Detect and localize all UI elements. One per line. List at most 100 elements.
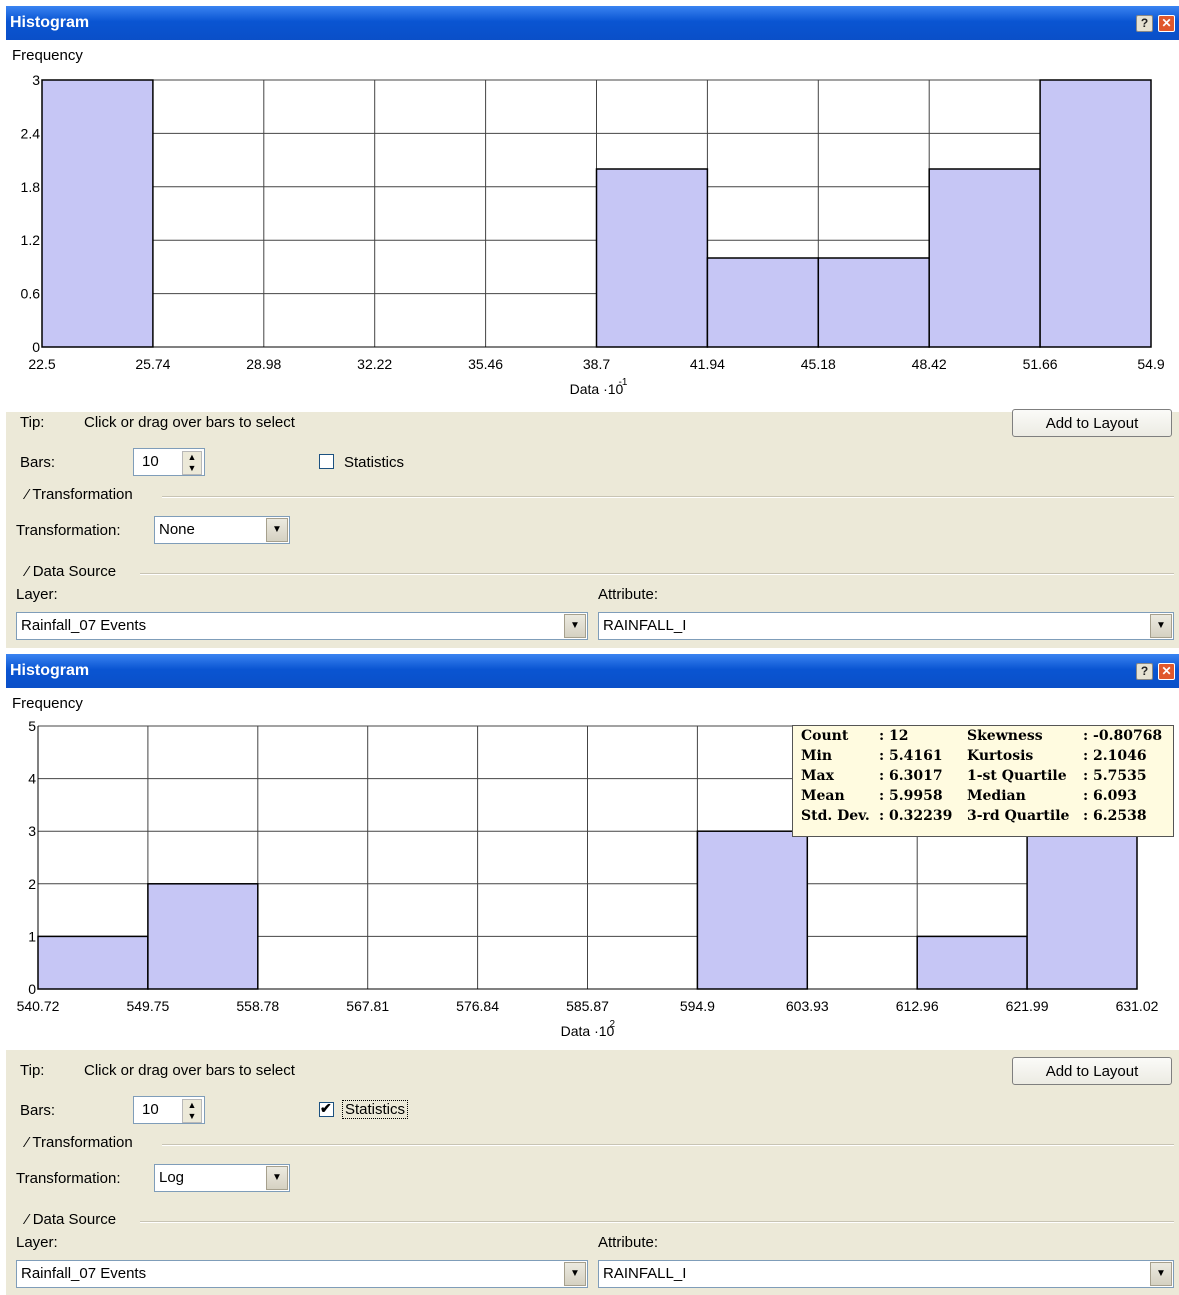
layer-select[interactable]: Rainfall_07 Events ▼: [16, 612, 588, 640]
bars-spinner[interactable]: 10 ▲ ▼: [133, 448, 205, 476]
x-tick-label: 28.98: [246, 356, 281, 372]
chevron-down-icon[interactable]: ▼: [266, 518, 288, 542]
tip-text: Click or drag over bars to select: [84, 414, 295, 431]
stat-median-label: Median: [967, 788, 1026, 804]
x-tick-label: 558.78: [236, 998, 279, 1014]
x-tick-label: 25.74: [135, 356, 170, 372]
layer-select[interactable]: Rainfall_07 Events ▼: [16, 1260, 588, 1288]
attribute-select[interactable]: RAINFALL_I ▼: [598, 1260, 1174, 1288]
chevron-down-icon[interactable]: ▼: [1150, 1262, 1172, 1286]
transformation-value: Log: [159, 1169, 185, 1186]
x-tick-label: 576.84: [456, 998, 499, 1014]
y-tick-label: 1.8: [21, 179, 41, 195]
x-tick-label: 603.93: [786, 998, 829, 1014]
transformation-select[interactable]: None ▼: [154, 516, 290, 544]
attribute-label: Attribute:: [598, 1234, 659, 1251]
y-tick-label: 5: [28, 718, 36, 734]
stat-count-label: Count: [801, 728, 849, 744]
attribute-value: RAINFALL_I: [603, 617, 687, 634]
stat-q3-value: : 6.2538: [1083, 808, 1147, 824]
statistics-checkbox[interactable]: [319, 454, 334, 469]
histogram-plot[interactable]: Frequency 0 1 2 3 4 5 540.72 549.75 558.78 567.81 5…: [6, 688, 1179, 1050]
attribute-label: Attribute:: [598, 586, 659, 603]
layer-label: Layer:: [16, 1234, 58, 1251]
x-tick-label: 38.7: [583, 356, 610, 372]
bars-label: Bars:: [20, 454, 56, 471]
divider: [162, 496, 1174, 498]
histogram-bar: [916, 935, 1028, 990]
x-axis-exponent: 2: [610, 1019, 616, 1030]
histogram-bar: [1039, 79, 1152, 348]
chevron-down-icon[interactable]: ▼: [266, 1166, 288, 1190]
transformation-label: Transformation:: [16, 522, 121, 539]
close-icon[interactable]: ✕: [1158, 663, 1175, 680]
spinner-arrows-icon[interactable]: ▲ ▼: [182, 451, 202, 475]
y-axis-label: Frequency: [12, 47, 83, 64]
x-tick-label: 41.94: [690, 356, 725, 372]
histogram-chart[interactable]: Frequency 0 0.6 1.2 1.8 2.4 3 22.5 25.74 28.98 32.…: [6, 40, 1179, 412]
stat-min-label: Min: [801, 748, 832, 764]
data-source-group-text: Data Source: [32, 563, 117, 580]
layer-value: Rainfall_07 Events: [21, 617, 147, 634]
histogram-bar: [147, 883, 259, 990]
transformation-group-text: Transformation: [32, 486, 133, 503]
bars-value: 10: [142, 1101, 159, 1118]
divider: [140, 1221, 1174, 1223]
divider: [162, 1144, 1174, 1146]
transformation-select[interactable]: Log ▼: [154, 1164, 290, 1192]
x-tick-label: 567.81: [346, 998, 389, 1014]
histogram-bar: [696, 830, 809, 990]
statistics-label[interactable]: Statistics: [344, 454, 404, 471]
y-tick-label: 1: [28, 928, 36, 944]
stat-skew-label: Skewness: [967, 728, 1043, 744]
stat-q1-label: 1-st Quartile: [967, 768, 1067, 784]
tip-text: Click or drag over bars to select: [84, 1062, 295, 1079]
histogram-plot[interactable]: Frequency 0 0.6 1.2 1.8 2.4 3 22.5 25.74 28.98 32.…: [6, 40, 1179, 412]
stat-std-label: Std. Dev.: [801, 808, 870, 824]
y-tick-label: 2.4: [21, 125, 41, 141]
spinner-arrows-icon[interactable]: ▲ ▼: [182, 1099, 202, 1123]
stat-max-label: Max: [801, 768, 834, 784]
add-to-layout-button[interactable]: Add to Layout: [1012, 1057, 1172, 1085]
histogram-window-1: Histogram ? ✕ Frequency 0 0.6 1.2 1.8 2.4 3 22.…: [6, 6, 1179, 648]
statistics-label[interactable]: Statistics: [342, 1100, 409, 1119]
chevron-down-icon[interactable]: ▼: [1150, 614, 1172, 638]
tip-label: Tip:: [20, 1062, 45, 1079]
close-icon[interactable]: ✕: [1158, 15, 1175, 32]
stat-median-value: : 6.093: [1083, 788, 1137, 804]
statistics-checkbox[interactable]: ✔: [319, 1100, 334, 1117]
stat-q1-value: : 5.7535: [1083, 768, 1147, 784]
x-tick-label: 585.87: [566, 998, 609, 1014]
bars-spinner[interactable]: 10 ▲ ▼: [133, 1096, 205, 1124]
stat-mean-label: Mean: [801, 788, 845, 804]
stat-q3-label: 3-rd Quartile: [967, 808, 1070, 824]
help-icon[interactable]: ?: [1136, 15, 1153, 32]
x-axis-exponent: -1: [619, 377, 628, 388]
stat-kurt-label: Kurtosis: [967, 748, 1034, 764]
transformation-label: Transformation:: [16, 1170, 121, 1187]
title-bar[interactable]: Histogram ? ✕: [6, 6, 1179, 40]
collapse-icon[interactable]: ⁄: [26, 563, 33, 580]
x-axis-label: Data ·10: [561, 1023, 615, 1039]
transformation-value: None: [159, 521, 195, 538]
attribute-select[interactable]: RAINFALL_I ▼: [598, 612, 1174, 640]
x-tick-label: 549.75: [126, 998, 169, 1014]
x-tick-label: 35.46: [468, 356, 503, 372]
stat-skew-value: : -0.80768: [1083, 728, 1163, 744]
statistics-panel: Count : 12 Min : 5.4161 Max : 6.3017 Mea…: [792, 725, 1174, 837]
chevron-down-icon[interactable]: ▼: [564, 1262, 586, 1286]
title-bar[interactable]: Histogram ? ✕: [6, 654, 1179, 688]
histogram-bar: [41, 79, 154, 348]
x-tick-label: 32.22: [357, 356, 392, 372]
x-tick-label: 631.02: [1116, 998, 1159, 1014]
add-to-layout-button[interactable]: Add to Layout: [1012, 409, 1172, 437]
collapse-icon[interactable]: ⁄: [26, 1211, 33, 1228]
data-source-group-text: Data Source: [32, 1211, 117, 1228]
chevron-down-icon[interactable]: ▼: [564, 614, 586, 638]
y-tick-label: 0: [32, 339, 40, 355]
help-icon[interactable]: ?: [1136, 663, 1153, 680]
transformation-group-label: ⁄ Transformation: [26, 486, 133, 503]
layer-label: Layer:: [16, 586, 58, 603]
y-tick-label: 3: [28, 823, 36, 839]
bars-value: 10: [142, 453, 159, 470]
